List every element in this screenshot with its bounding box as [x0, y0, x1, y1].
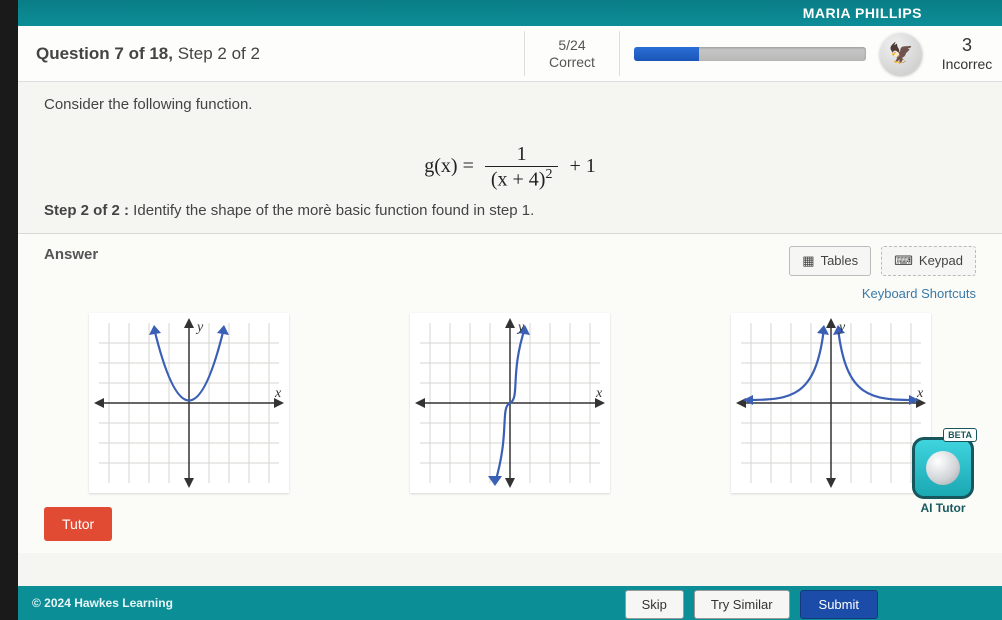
grid-icon: ▦	[802, 253, 814, 269]
formula-lhs: g(x) =	[424, 155, 474, 177]
graph-choice-2[interactable]: y x	[410, 313, 610, 498]
ai-tutor-widget[interactable]: BETA AI Tutor	[904, 437, 982, 515]
incorrect-label: Incorrec	[942, 56, 993, 72]
answer-choices: y x	[44, 313, 976, 498]
correct-counter: 5/24 Correct	[524, 31, 620, 77]
hawk-icon[interactable]: 🦅	[880, 33, 922, 75]
try-similar-button[interactable]: Try Similar	[694, 590, 790, 619]
formula: g(x) = 1 (x + 4)2 + 1	[44, 143, 976, 192]
correct-label: Correct	[525, 54, 619, 71]
student-name: MARIA PHILLIPS	[803, 5, 922, 21]
incorrect-counter: 3 Incorrec	[932, 35, 1002, 72]
correct-count: 5/24	[525, 37, 619, 54]
tables-button[interactable]: ▦ Tables	[789, 246, 871, 276]
answer-panel: Answer ▦ Tables ⌨ Keypad Keyboard Shortc…	[18, 233, 1002, 553]
formula-numerator: 1	[485, 143, 559, 167]
ai-tutor-icon: BETA	[912, 437, 974, 499]
svg-text:y: y	[837, 320, 846, 335]
prompt-text: Consider the following function.	[44, 96, 976, 113]
keypad-icon: ⌨	[894, 253, 913, 269]
question-title: Question 7 of 18, Step 2 of 2	[18, 44, 278, 64]
question-header: Question 7 of 18, Step 2 of 2 5/24 Corre…	[18, 26, 1002, 82]
copyright: © 2024 Hawkes Learning	[32, 596, 615, 610]
progress-bar	[620, 47, 880, 61]
svg-text:y: y	[516, 320, 525, 335]
svg-text:x: x	[595, 386, 603, 401]
graph-choice-1[interactable]: y x	[89, 313, 289, 498]
ai-tutor-label: AI Tutor	[904, 501, 982, 515]
keypad-button[interactable]: ⌨ Keypad	[881, 246, 976, 276]
question-number: Question 7 of 18,	[36, 44, 173, 63]
formula-tail: + 1	[569, 155, 595, 177]
svg-text:x: x	[274, 386, 282, 401]
step-instruction: Step 2 of 2 : Identify the shape of the …	[44, 202, 976, 219]
tutor-button[interactable]: Tutor	[44, 507, 112, 541]
svg-text:y: y	[195, 320, 204, 335]
footer-bar: © 2024 Hawkes Learning Skip Try Similar …	[18, 586, 1002, 620]
content-area: Consider the following function. g(x) = …	[18, 82, 1002, 553]
graph-choice-3[interactable]: y x	[731, 313, 931, 498]
svg-text:x: x	[916, 386, 924, 401]
formula-denominator: (x + 4)2	[485, 167, 559, 192]
submit-button[interactable]: Submit	[800, 590, 878, 619]
incorrect-count: 3	[932, 35, 1002, 56]
skip-button[interactable]: Skip	[625, 590, 684, 619]
top-bar: MARIA PHILLIPS	[18, 0, 1002, 26]
step-indicator: Step 2 of 2	[178, 44, 260, 63]
keyboard-shortcuts-link[interactable]: Keyboard Shortcuts	[862, 286, 976, 301]
beta-badge: BETA	[943, 428, 977, 442]
